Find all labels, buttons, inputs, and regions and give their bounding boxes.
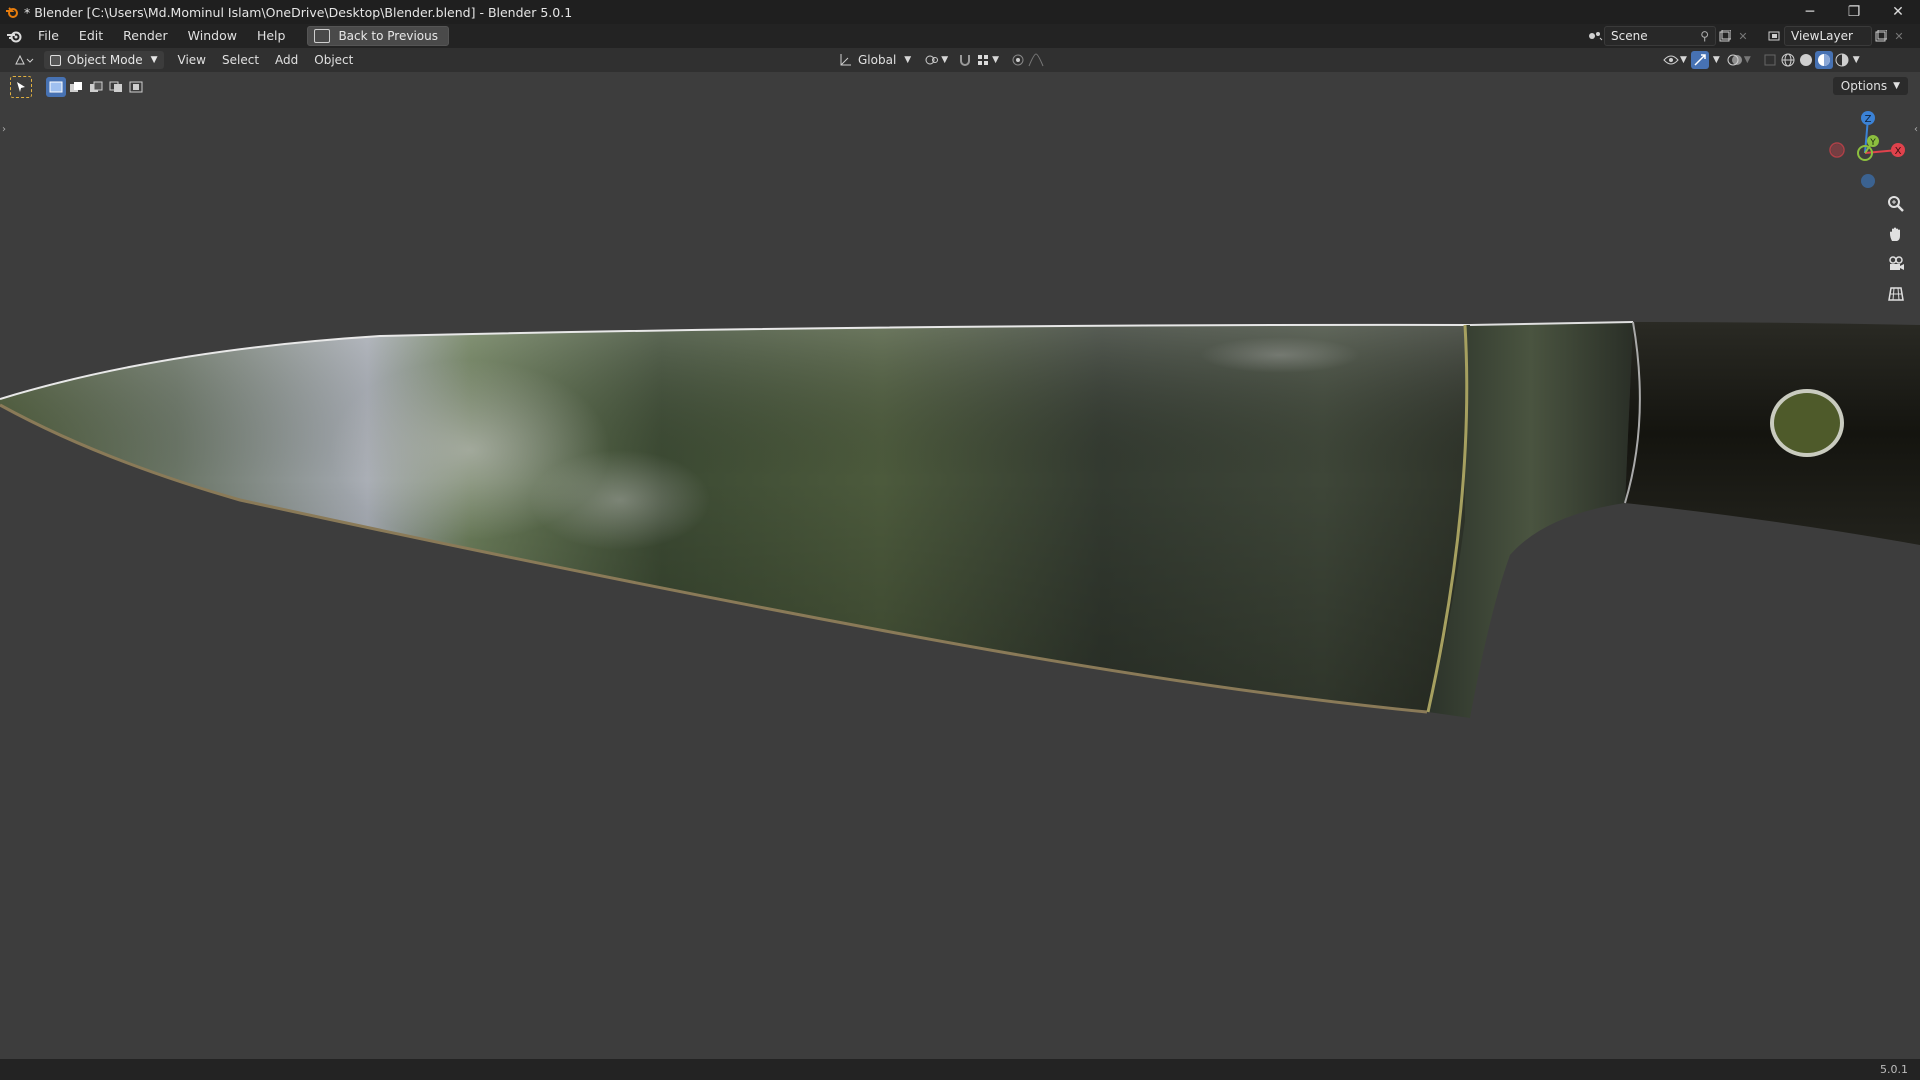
status-bar: 5.0.1	[0, 1059, 1920, 1080]
transform-orientation-label[interactable]: Global	[858, 53, 896, 67]
toolbar-expand-arrow[interactable]: ›	[2, 124, 6, 135]
transform-orientation-icon[interactable]	[836, 51, 854, 69]
menu-file[interactable]: File	[28, 24, 69, 48]
menu-select[interactable]: Select	[214, 48, 267, 72]
rendered-shading-icon[interactable]	[1833, 51, 1851, 69]
3d-viewport[interactable]: › ‹	[0, 72, 1920, 1059]
viewport-header: Object Mode ▼ View Select Add Object Glo…	[0, 48, 1920, 72]
gizmo-neg-z-axis	[1861, 174, 1875, 188]
scene-selector: Scene ⚲ ✕	[1586, 26, 1752, 46]
knife-model[interactable]	[0, 72, 1920, 1059]
gizmo-z-label: Z	[1865, 114, 1872, 125]
gizmo-y-label: Y	[1869, 138, 1876, 148]
select-invert-icon[interactable]	[106, 77, 126, 97]
new-scene-icon[interactable]	[1716, 27, 1734, 45]
chevron-down-icon[interactable]: ▼	[941, 55, 948, 65]
viewlayer-icon[interactable]	[1766, 27, 1784, 45]
chevron-down-icon[interactable]: ▼	[1680, 55, 1687, 65]
overlays-icon[interactable]	[1726, 51, 1744, 69]
visibility-icon[interactable]	[1662, 51, 1680, 69]
scene-icon[interactable]	[1586, 27, 1604, 45]
transform-controls: Global ▼ ▼ ▼	[836, 51, 1045, 69]
object-mode-icon	[50, 54, 61, 66]
shading-controls: ▼ ▼ ▼ ▼	[1662, 51, 1860, 69]
menu-window[interactable]: Window	[178, 24, 247, 48]
window-title: * Blender [C:\Users\Md.Mominul Islam\One…	[24, 4, 573, 20]
viewlayer-name: ViewLayer	[1791, 29, 1853, 43]
minimize-button[interactable]: ─	[1788, 0, 1832, 24]
new-viewlayer-icon[interactable]	[1872, 27, 1890, 45]
pin-icon[interactable]: ⚲	[1700, 29, 1709, 43]
proportional-editing-icon[interactable]	[1009, 51, 1027, 69]
wireframe-shading-icon[interactable]	[1779, 51, 1797, 69]
chevron-down-icon[interactable]: ▼	[1713, 55, 1720, 65]
select-subtract-icon[interactable]	[86, 77, 106, 97]
menu-object[interactable]: Object	[306, 48, 361, 72]
menu-edit[interactable]: Edit	[69, 24, 113, 48]
options-label: Options	[1840, 79, 1888, 93]
blender-app-icon	[0, 0, 24, 24]
pivot-point-icon[interactable]	[923, 51, 941, 69]
options-dropdown[interactable]: Options ▼	[1832, 77, 1908, 95]
menu-help[interactable]: Help	[247, 24, 296, 48]
snap-toggle-icon[interactable]	[956, 51, 974, 69]
title-bar: * Blender [C:\Users\Md.Mominul Islam\One…	[0, 0, 1920, 24]
navigation-gizmo[interactable]: Z X Y	[1818, 108, 1908, 198]
editor-type-icon[interactable]	[10, 51, 38, 69]
remove-scene-icon[interactable]: ✕	[1734, 27, 1752, 45]
pan-hand-icon[interactable]	[1882, 220, 1910, 248]
chevron-down-icon[interactable]: ▼	[1853, 55, 1860, 65]
falloff-icon[interactable]	[1027, 51, 1045, 69]
perspective-toggle-icon[interactable]	[1882, 280, 1910, 308]
chevron-down-icon: ▼	[1893, 81, 1900, 91]
version-label: 5.0.1	[1880, 1063, 1908, 1076]
menu-add[interactable]: Add	[267, 48, 306, 72]
chevron-down-icon[interactable]: ▼	[904, 55, 911, 65]
menu-render[interactable]: Render	[113, 24, 178, 48]
close-button[interactable]: ✕	[1876, 0, 1920, 24]
snap-target-icon[interactable]	[974, 51, 992, 69]
chevron-down-icon[interactable]: ▼	[1744, 55, 1751, 65]
select-extend-icon[interactable]	[66, 77, 86, 97]
material-preview-icon[interactable]	[1814, 51, 1833, 69]
camera-view-icon[interactable]	[1882, 250, 1910, 278]
zoom-icon[interactable]	[1882, 190, 1910, 218]
solid-shading-icon[interactable]	[1797, 51, 1815, 69]
back-to-previous-button[interactable]: Back to Previous	[307, 26, 449, 46]
top-menu-bar: File Edit Render Window Help Back to Pre…	[0, 24, 1920, 48]
scene-name: Scene	[1611, 29, 1648, 43]
gizmo-toggle-icon[interactable]	[1690, 51, 1709, 69]
blender-menu-icon[interactable]	[0, 24, 28, 48]
object-mode-dropdown[interactable]: Object Mode ▼	[44, 51, 164, 69]
xray-icon[interactable]	[1761, 51, 1779, 69]
viewlayer-selector: ViewLayer ✕	[1766, 26, 1908, 46]
gizmo-x-label: X	[1895, 146, 1902, 157]
menu-view[interactable]: View	[170, 48, 214, 72]
remove-viewlayer-icon[interactable]: ✕	[1890, 27, 1908, 45]
select-new-icon[interactable]	[46, 77, 66, 97]
select-tool-icon[interactable]	[10, 76, 32, 98]
object-mode-label: Object Mode	[67, 53, 143, 67]
viewlayer-name-field[interactable]: ViewLayer	[1784, 26, 1872, 46]
back-to-previous-label: Back to Previous	[338, 29, 438, 43]
chevron-down-icon[interactable]: ▼	[992, 55, 999, 65]
screen-icon	[314, 29, 331, 43]
sidebar-expand-arrow[interactable]: ‹	[1914, 124, 1918, 135]
scene-name-field[interactable]: Scene ⚲	[1604, 26, 1716, 46]
select-intersect-icon[interactable]	[126, 77, 146, 97]
chevron-down-icon: ▼	[150, 55, 158, 65]
tool-row	[10, 76, 146, 98]
maximize-button[interactable]: ❐	[1832, 0, 1876, 24]
